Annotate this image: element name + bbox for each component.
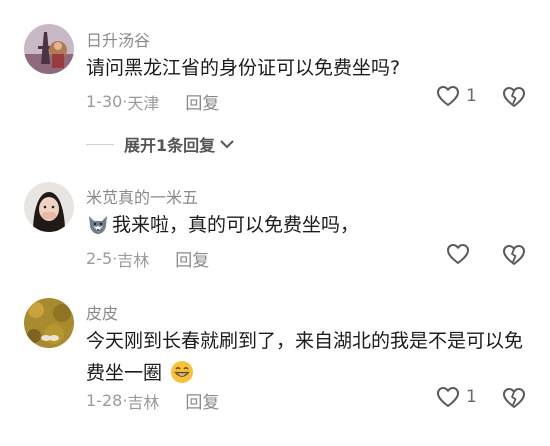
comment-date: 1-28 [86, 391, 123, 410]
username[interactable]: 日升汤谷 [86, 27, 150, 51]
wolf-emoji-icon [89, 216, 107, 234]
dislike-button[interactable] [502, 387, 526, 413]
comment-meta: 1-30 · 天津 回复 [86, 89, 219, 114]
broken-heart-icon [503, 87, 525, 107]
chevron-down-icon [220, 140, 234, 149]
like-count: 1 [466, 387, 477, 407]
broken-heart-icon [503, 245, 525, 265]
expand-replies-label: 展开1条回复 [124, 136, 216, 155]
comment-text: 请问黑龙江省的身份证可以免费坐吗? [86, 52, 526, 84]
comment-location: 吉林 [127, 392, 160, 412]
heart-outline-icon [447, 244, 469, 264]
dislike-button[interactable] [502, 86, 526, 112]
reply-button[interactable]: 回复 [185, 89, 219, 114]
comment-text-body: 我来啦，真的可以免费坐吗， [112, 214, 360, 236]
comment-location: 吉林 [117, 250, 150, 270]
broken-heart-icon [503, 388, 525, 408]
comment-text: 今天刚到长春就刷到了，来自湖北的我是不是可以免费坐一圈 [86, 325, 536, 389]
dislike-button[interactable] [502, 244, 526, 270]
comment-meta: 2-5 · 吉林 回复 [86, 246, 209, 271]
reply-button[interactable]: 回复 [175, 246, 209, 271]
heart-outline-icon [437, 86, 459, 106]
like-button[interactable]: 1 [436, 386, 477, 408]
comment-date: 1-30 [86, 92, 123, 111]
heart-outline-icon [437, 387, 459, 407]
comment-date: 2-5 [86, 249, 113, 268]
avatar[interactable] [24, 298, 74, 348]
username[interactable]: 米苋真的一米五 [86, 184, 198, 208]
like-button[interactable]: 1 [436, 85, 477, 107]
avatar[interactable] [24, 24, 74, 74]
avatar[interactable] [24, 182, 74, 232]
comment-text: 我来啦，真的可以免费坐吗， [86, 209, 526, 241]
reply-button[interactable]: 回复 [185, 388, 219, 413]
comment-text-body: 今天刚到长春就刷到了，来自湖北的我是不是可以免费坐一圈 [86, 330, 524, 384]
divider [86, 143, 114, 145]
username[interactable]: 皮皮 [86, 300, 118, 324]
expand-replies-button[interactable]: 展开1条回复 [86, 132, 235, 156]
comment-location: 天津 [127, 93, 160, 113]
like-count: 1 [466, 86, 477, 106]
like-button[interactable] [446, 243, 476, 265]
comment-text-body: 请问黑龙江省的身份证可以免费坐吗? [86, 57, 401, 79]
grin-emoji-icon [171, 361, 194, 383]
comment-meta: 1-28 · 吉林 回复 [86, 388, 219, 413]
